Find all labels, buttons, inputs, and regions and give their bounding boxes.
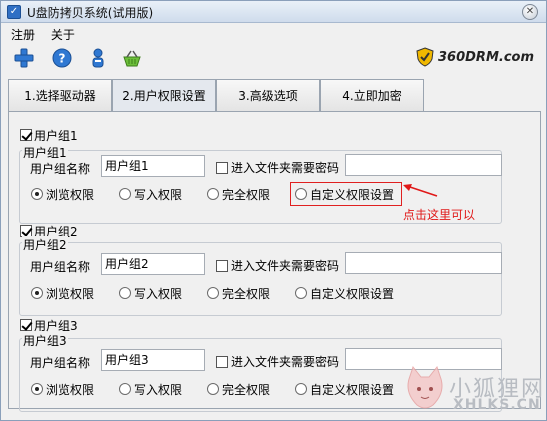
tab-advanced-options[interactable]: 3.高级选项: [216, 79, 320, 111]
radio-icon[interactable]: [207, 383, 219, 395]
radio-browse[interactable]: 浏览权限: [31, 381, 94, 397]
highlight-box: [290, 182, 402, 206]
tab-encrypt-now[interactable]: 4.立即加密: [320, 79, 424, 111]
radio-label: 写入权限: [134, 286, 183, 301]
brand-shield-icon: [416, 47, 434, 67]
radio-icon[interactable]: [119, 188, 131, 200]
menu-bar: 注册 关于: [9, 25, 85, 43]
group-enable-checkbox[interactable]: 用户组3: [20, 318, 78, 333]
svg-text:?: ?: [59, 52, 66, 66]
radio-label: 完全权限: [222, 187, 271, 202]
radio-icon[interactable]: [207, 188, 219, 200]
fieldset-legend: 用户组2: [22, 236, 68, 253]
group-fieldset: 用户组2 用户组名称 用户组2 进入文件夹需要密码 浏览权限 写入权限 完全权限…: [19, 236, 502, 316]
annotation-text: 点击这里可以: [403, 208, 476, 222]
radio-icon[interactable]: [295, 383, 307, 395]
radio-full[interactable]: 完全权限: [207, 381, 270, 397]
radio-label: 浏览权限: [46, 286, 95, 301]
radio-icon[interactable]: [119, 383, 131, 395]
radio-label: 浏览权限: [46, 382, 95, 397]
menu-about[interactable]: 关于: [49, 25, 77, 44]
radio-label: 自定义权限设置: [310, 286, 395, 301]
radio-icon[interactable]: [207, 287, 219, 299]
group-name-label: 用户组名称: [30, 356, 91, 370]
folder-password-label: 进入文件夹需要密码: [231, 355, 340, 369]
radio-browse[interactable]: 浏览权限: [31, 285, 94, 301]
group-name-input[interactable]: 用户组2: [101, 253, 205, 275]
radio-icon[interactable]: [119, 287, 131, 299]
group-enable-checkbox[interactable]: 用户组1: [20, 128, 78, 143]
folder-password-checkbox[interactable]: 进入文件夹需要密码: [216, 159, 339, 176]
user-icon[interactable]: [87, 47, 109, 69]
password-input[interactable]: [345, 154, 502, 176]
brand-text: 360DRM.com: [438, 49, 534, 65]
checkbox-icon[interactable]: [216, 259, 228, 272]
brand-logo: 360DRM.com: [416, 45, 534, 69]
folder-password-checkbox[interactable]: 进入文件夹需要密码: [216, 257, 339, 274]
group-name-label: 用户组名称: [30, 162, 91, 176]
add-icon[interactable]: [13, 47, 35, 69]
radio-custom[interactable]: 自定义权限设置: [295, 381, 394, 397]
radio-icon[interactable]: [295, 287, 307, 299]
tab-user-permissions[interactable]: 2.用户权限设置: [112, 79, 216, 112]
group-check-label: 用户组1: [34, 128, 78, 143]
group-name-input[interactable]: 用户组1: [101, 155, 205, 177]
fox-logo-icon: [407, 365, 443, 409]
radio-label: 完全权限: [222, 382, 271, 397]
group-name-label: 用户组名称: [30, 260, 91, 274]
password-input[interactable]: [345, 252, 502, 274]
tab-panel: 用户组1 用户组1 用户组名称 用户组1 进入文件夹需要密码 浏览权限 写入权限: [8, 111, 541, 412]
group-name-input[interactable]: 用户组3: [101, 349, 205, 371]
fieldset-legend: 用户组3: [22, 332, 68, 349]
menu-register[interactable]: 注册: [9, 25, 37, 44]
radio-custom[interactable]: 自定义权限设置: [295, 285, 394, 301]
radio-icon[interactable]: [31, 188, 43, 200]
checkbox-icon[interactable]: [20, 319, 32, 331]
radio-label: 完全权限: [222, 286, 271, 301]
radio-label: 自定义权限设置: [310, 382, 395, 397]
radio-icon[interactable]: [31, 383, 43, 395]
checkbox-icon[interactable]: [216, 355, 228, 368]
folder-password-checkbox[interactable]: 进入文件夹需要密码: [216, 353, 339, 370]
radio-write[interactable]: 写入权限: [119, 186, 182, 202]
radio-label: 浏览权限: [46, 187, 95, 202]
annotation-arrow-icon: [403, 184, 438, 197]
basket-icon[interactable]: [121, 47, 143, 69]
watermark-domain: XHLKS.CN: [453, 397, 541, 413]
close-button[interactable]: ✕: [522, 4, 538, 20]
radio-full[interactable]: 完全权限: [207, 186, 270, 202]
app-shield-icon: ✓: [7, 5, 21, 19]
radio-browse[interactable]: 浏览权限: [31, 186, 94, 202]
radio-write[interactable]: 写入权限: [119, 285, 182, 301]
help-icon[interactable]: ?: [51, 47, 73, 69]
radio-label: 写入权限: [134, 187, 183, 202]
group-check-label: 用户组3: [34, 318, 78, 333]
window-title: U盘防拷贝系统(试用版): [27, 6, 154, 20]
radio-icon[interactable]: [31, 287, 43, 299]
radio-write[interactable]: 写入权限: [119, 381, 182, 397]
radio-full[interactable]: 完全权限: [207, 285, 270, 301]
folder-password-label: 进入文件夹需要密码: [231, 161, 340, 175]
checkbox-icon[interactable]: [216, 161, 228, 174]
radio-label: 写入权限: [134, 382, 183, 397]
fieldset-legend: 用户组1: [22, 144, 68, 161]
checkbox-icon[interactable]: [20, 129, 32, 141]
folder-password-label: 进入文件夹需要密码: [231, 259, 340, 273]
title-bar: ✓ U盘防拷贝系统(试用版) ✕: [1, 1, 546, 23]
app-window: ✓ U盘防拷贝系统(试用版) ✕ 注册 关于 ? 360DRM.com 1.选择…: [0, 0, 547, 421]
tab-select-drive[interactable]: 1.选择驱动器: [8, 79, 112, 111]
